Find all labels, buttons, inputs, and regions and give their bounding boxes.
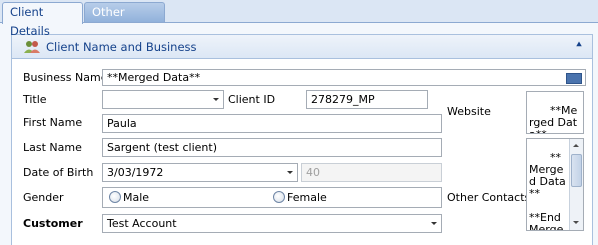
gender-label: Gender bbox=[23, 191, 64, 204]
chevron-down-icon bbox=[287, 171, 293, 174]
dob-value: 3/03/1972 bbox=[107, 166, 164, 179]
dob-label: Date of Birth bbox=[23, 166, 94, 179]
gender-male-radio[interactable] bbox=[109, 191, 121, 203]
title-label: Title bbox=[23, 93, 47, 106]
gender-male-label[interactable]: Male bbox=[123, 189, 149, 206]
scroll-up-icon[interactable] bbox=[570, 139, 583, 153]
gender-female-radio[interactable] bbox=[273, 191, 285, 203]
other-contacts-label: Other Contacts bbox=[447, 191, 531, 204]
dob-field[interactable]: 3/03/1972 bbox=[102, 163, 298, 182]
customer-dropdown[interactable]: Test Account bbox=[102, 214, 442, 233]
other-contacts-field[interactable]: **Merged Data** **End Merge** bbox=[526, 138, 584, 231]
age-value: 40 bbox=[306, 166, 320, 179]
business-name-label: Business Name bbox=[23, 71, 108, 84]
customer-label: Customer bbox=[23, 217, 83, 230]
tab-strip: Client Details Other Details bbox=[0, 0, 598, 38]
tab-client-details[interactable]: Client Details bbox=[2, 2, 83, 38]
business-name-value: **Merged Data** bbox=[107, 71, 201, 84]
client-id-value: 278279_MP bbox=[311, 93, 375, 106]
client-name-business-group: Client Name and Business ⯅ Business Name… bbox=[11, 34, 593, 245]
customer-value: Test Account bbox=[107, 217, 177, 230]
website-label: Website bbox=[447, 105, 491, 118]
group-header: Client Name and Business ⯅ bbox=[12, 35, 592, 59]
tab-other-details[interactable]: Other Details bbox=[84, 2, 165, 38]
title-dropdown[interactable] bbox=[102, 90, 224, 109]
business-lookup-button[interactable] bbox=[566, 73, 582, 84]
vertical-scrollbar[interactable] bbox=[569, 139, 583, 230]
gender-group: Male Female bbox=[102, 187, 442, 208]
chevron-double-up-icon[interactable]: ⯅ bbox=[573, 40, 585, 52]
first-name-field[interactable]: Paula bbox=[102, 114, 442, 133]
first-name-value: Paula bbox=[107, 117, 137, 130]
scroll-thumb[interactable] bbox=[571, 154, 582, 187]
scroll-down-icon[interactable] bbox=[570, 216, 583, 230]
gender-female-label[interactable]: Female bbox=[287, 189, 327, 206]
client-id-field[interactable]: 278279_MP bbox=[306, 90, 428, 109]
group-title: Client Name and Business bbox=[46, 40, 197, 54]
tab-content: Client Name and Business ⯅ Business Name… bbox=[0, 23, 598, 245]
website-field[interactable]: **Merged Data** bbox=[526, 91, 584, 134]
business-name-field[interactable]: **Merged Data** bbox=[102, 69, 586, 86]
chevron-down-icon bbox=[213, 98, 219, 101]
last-name-label: Last Name bbox=[23, 141, 82, 154]
other-contacts-value: **Merged Data** **End Merge** bbox=[529, 151, 566, 231]
chevron-down-icon bbox=[431, 222, 437, 225]
last-name-field[interactable]: Sargent (test client) bbox=[102, 138, 442, 157]
website-value: **Merged Data** bbox=[529, 104, 578, 134]
people-icon bbox=[24, 41, 40, 53]
last-name-value: Sargent (test client) bbox=[107, 141, 217, 154]
first-name-label: First Name bbox=[23, 116, 83, 129]
age-field: 40 bbox=[301, 163, 442, 182]
client-id-label: Client ID bbox=[228, 93, 276, 106]
